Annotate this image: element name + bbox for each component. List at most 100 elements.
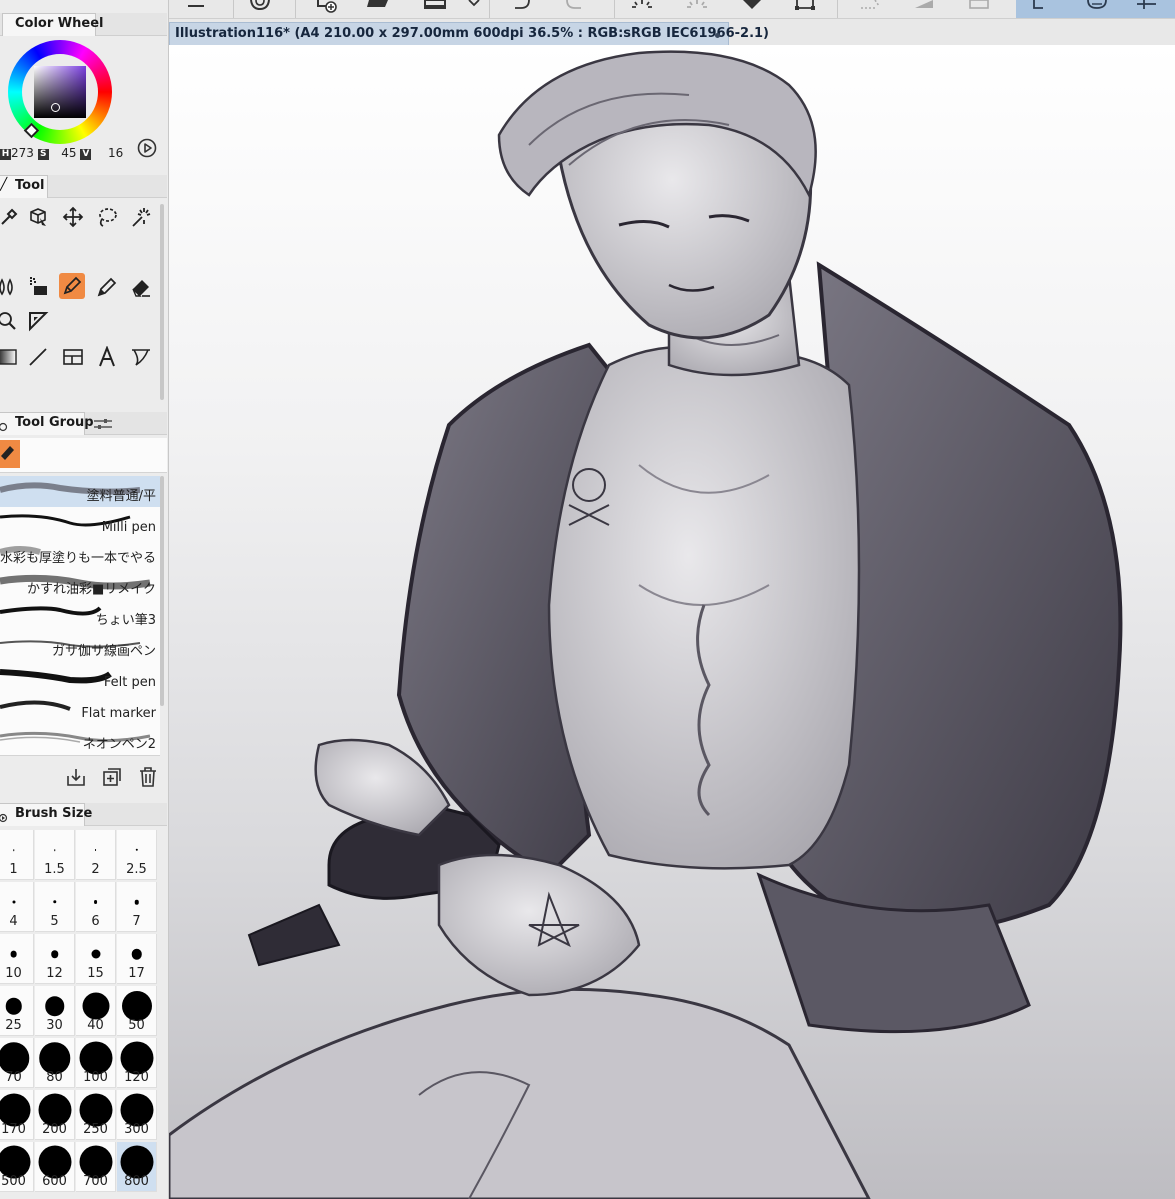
brush-size-cell[interactable]: 80 [35, 1038, 75, 1088]
undo-icon[interactable] [509, 0, 535, 14]
text-icon[interactable] [94, 344, 120, 370]
saturation-value-square[interactable] [34, 66, 86, 118]
brush-size-label: 700 [83, 1174, 108, 1189]
balloon-icon[interactable] [128, 344, 154, 370]
brush-size-cell[interactable]: 500 [0, 1142, 34, 1192]
blend-icon[interactable] [0, 274, 20, 300]
brush-size-label: 120 [124, 1070, 149, 1085]
brush-size-label: 50 [128, 1018, 145, 1033]
brush-size-dot [12, 849, 15, 851]
canvas-area[interactable] [169, 45, 1175, 1199]
eraser-icon[interactable] [128, 274, 154, 300]
brush-size-label: 10 [5, 966, 22, 981]
brush-size-cell[interactable]: 6 [76, 882, 116, 932]
brush-item[interactable]: ガサ伽サ線画ペン [0, 631, 160, 663]
play-icon[interactable] [137, 138, 157, 158]
lasso-icon[interactable] [94, 204, 120, 230]
save-icon[interactable] [422, 0, 448, 14]
duplicate-icon[interactable] [101, 766, 123, 788]
pen-group-tab[interactable] [0, 440, 20, 468]
brush-size-label: 15 [87, 966, 104, 981]
busy-spinner-icon[interactable] [629, 0, 655, 14]
tool-scrollbar[interactable] [160, 204, 164, 400]
brush-size-label: 4 [9, 914, 18, 929]
brush-size-label: 12 [46, 966, 63, 981]
menu-icon[interactable] [183, 0, 209, 14]
trash-icon[interactable] [137, 766, 159, 788]
transform-icon[interactable] [792, 0, 818, 14]
new-canvas-icon[interactable] [315, 0, 341, 14]
invert-selection-icon[interactable] [911, 0, 937, 14]
brush-item[interactable]: ネオンペン2 [0, 724, 160, 756]
selection-border-icon[interactable] [966, 0, 992, 14]
redo-icon[interactable] [561, 0, 587, 14]
brush-item[interactable]: Milli pen [0, 507, 160, 539]
brush-item[interactable]: 塗料普通/平 [0, 476, 160, 508]
brush-size-cell[interactable]: 7 [117, 882, 157, 932]
brush-size-cell[interactable]: 5 [35, 882, 75, 932]
brush-item[interactable]: Flat marker [0, 693, 160, 725]
dropper-icon[interactable] [0, 204, 22, 230]
brush-size-cell[interactable]: 170 [0, 1090, 34, 1140]
brush-size-cell[interactable]: 800 [117, 1142, 157, 1192]
ruler-icon[interactable] [25, 308, 51, 334]
brush-size-label: 600 [42, 1174, 67, 1189]
pen-icon[interactable] [59, 273, 85, 299]
brush-size-cell[interactable]: 100 [76, 1038, 116, 1088]
cloud-sync-icon[interactable] [247, 0, 273, 14]
special-ruler-snap-icon[interactable] [1084, 0, 1110, 14]
brush-item[interactable]: Felt pen [0, 662, 160, 694]
clear-icon[interactable] [684, 0, 710, 14]
pencil-icon[interactable] [94, 274, 120, 300]
chevron-down-icon[interactable] [461, 0, 487, 14]
tool-group-scrollbar[interactable] [160, 476, 164, 706]
grid-snap-icon[interactable] [1134, 0, 1160, 14]
open-folder-icon[interactable] [365, 0, 391, 14]
brush-size-cell[interactable]: 50 [117, 986, 157, 1036]
brush-size-cell[interactable]: 700 [76, 1142, 116, 1192]
brush-size-cell[interactable]: 4 [0, 882, 34, 932]
deselect-icon[interactable] [857, 0, 883, 14]
zoom-icon[interactable] [0, 308, 20, 334]
brush-size-cell[interactable]: 15 [76, 934, 116, 984]
frame-icon[interactable] [60, 344, 86, 370]
brush-label: Felt pen [103, 675, 156, 690]
brush-size-cell[interactable]: 1.5 [35, 830, 75, 880]
fill-selection-icon[interactable] [739, 0, 765, 14]
brush-size-cell[interactable]: 200 [35, 1090, 75, 1140]
brush-size-cell[interactable]: 17 [117, 934, 157, 984]
brush-size-cell[interactable]: 2 [76, 830, 116, 880]
brush-size-cell[interactable]: 600 [35, 1142, 75, 1192]
brush-size-cell[interactable]: 10 [0, 934, 34, 984]
wand-icon[interactable] [128, 204, 154, 230]
brush-size-cell[interactable]: 300 [117, 1090, 157, 1140]
brush-item[interactable]: 水彩も厚塗りも一本でやる [0, 538, 160, 570]
brush-size-dot [52, 900, 57, 904]
brush-size-cell[interactable]: 40 [76, 986, 116, 1036]
brush-size-cell[interactable]: 1 [0, 830, 34, 880]
brush-size-label: 40 [87, 1018, 104, 1033]
brush-size-cell[interactable]: 70 [0, 1038, 34, 1088]
object-icon[interactable] [25, 204, 51, 230]
line-icon[interactable] [25, 344, 51, 370]
brush-size-cell[interactable]: 250 [76, 1090, 116, 1140]
h-value: 273 [11, 146, 34, 160]
document-tab[interactable]: Illustration116* (A4 210.00 x 297.00mm 6… [169, 22, 769, 45]
ruler-snap-icon[interactable] [1029, 0, 1055, 14]
gradient-icon[interactable] [0, 344, 20, 370]
brush-size-cell[interactable]: 2.5 [117, 830, 157, 880]
brush-item[interactable]: かすれ油彩■リメイク [0, 569, 160, 601]
brush-label: Flat marker [81, 706, 156, 721]
brush-size-cell[interactable]: 12 [35, 934, 75, 984]
move-icon[interactable] [60, 204, 86, 230]
tool-group-settings-icon[interactable] [92, 417, 114, 431]
import-icon[interactable] [65, 766, 87, 788]
brush-size-cell[interactable]: 30 [35, 986, 75, 1036]
brush-size-cell[interactable]: 25 [0, 986, 34, 1036]
sv-cursor[interactable] [51, 103, 60, 112]
brush-size-cell[interactable]: 120 [117, 1038, 157, 1088]
illustration-canvas[interactable] [169, 45, 1175, 1199]
brush-item[interactable]: ちょい筆3 [0, 600, 160, 632]
brush-size-label: 800 [124, 1174, 149, 1189]
fill-icon[interactable] [25, 274, 51, 300]
